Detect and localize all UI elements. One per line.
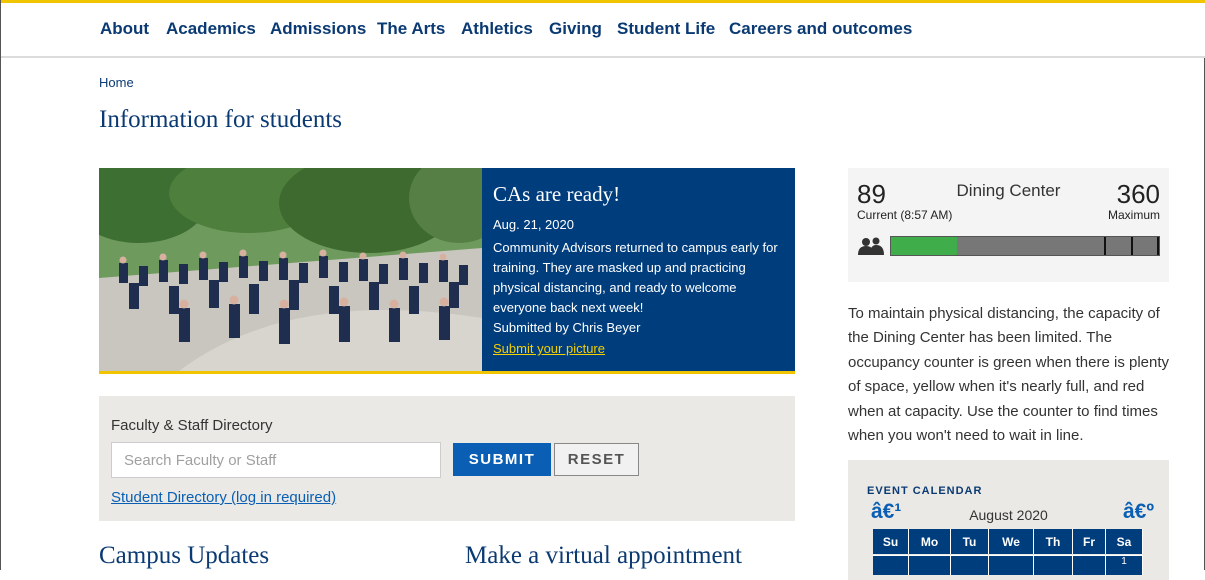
calendar-day-cell[interactable] — [1034, 555, 1073, 575]
directory-search-input[interactable] — [111, 442, 441, 478]
occupancy-fill — [891, 237, 958, 255]
capacity-info-text: To maintain physical distancing, the cap… — [848, 305, 1170, 445]
submit-picture-link[interactable]: Submit your picture — [493, 341, 605, 356]
nav-student-life[interactable]: Student Life — [617, 19, 715, 39]
maximum-count: 360 — [1116, 179, 1160, 209]
people-icon — [858, 237, 884, 255]
nav-about[interactable]: About — [100, 19, 149, 39]
weekday-fr: Fr — [1073, 529, 1106, 554]
faculty-staff-directory: Faculty & Staff Directory SUBMIT RESET S… — [99, 396, 795, 521]
current-count-label: Current (8:57 AM) — [857, 208, 953, 222]
featured-story: CAs are ready! Aug. 21, 2020 Community A… — [99, 168, 795, 374]
calendar-heading: EVENT CALENDAR — [867, 485, 983, 497]
threshold-marker — [1104, 237, 1106, 255]
weekday-th: Th — [1034, 529, 1073, 554]
event-calendar: EVENT CALENDAR â€¹ August 2020 â€º Su Mo… — [848, 460, 1169, 580]
next-month-icon[interactable]: â€º — [1123, 500, 1154, 524]
weekday-su: Su — [873, 529, 909, 554]
virtual-appointment-heading: Make a virtual appointment — [465, 542, 743, 569]
threshold-marker — [1131, 237, 1133, 255]
campus-updates-heading: Campus Updates — [99, 542, 270, 569]
calendar-day-cell[interactable] — [951, 555, 989, 575]
reset-button[interactable]: RESET — [554, 443, 639, 476]
calendar-day-cell[interactable] — [873, 555, 909, 575]
main-navigation: About Academics Admissions The Arts Athl… — [1, 3, 1205, 58]
nav-the-arts[interactable]: The Arts — [377, 19, 445, 39]
calendar-day-cell[interactable] — [909, 555, 951, 575]
story-date: Aug. 21, 2020 — [493, 217, 574, 232]
maximum-count-label: Maximum — [1107, 208, 1160, 222]
weekday-we: We — [989, 529, 1034, 554]
calendar-day-cell[interactable] — [1073, 555, 1106, 575]
page-title: Information for students — [99, 106, 343, 133]
students-group-photo — [99, 168, 482, 371]
breadcrumb-home[interactable]: Home — [99, 75, 134, 90]
occupancy-counter: 89 Current (8:57 AM) Dining Center 360 M… — [848, 168, 1169, 282]
directory-label: Faculty & Staff Directory — [111, 417, 273, 434]
story-panel: CAs are ready! Aug. 21, 2020 Community A… — [482, 168, 795, 371]
threshold-marker — [1157, 237, 1159, 255]
nav-athletics[interactable]: Athletics — [461, 19, 533, 39]
nav-giving[interactable]: Giving — [549, 19, 602, 39]
student-directory-link[interactable]: Student Directory (log in required) — [111, 489, 336, 506]
nav-careers-and-outcomes[interactable]: Careers and outcomes — [729, 19, 912, 39]
submit-button[interactable]: SUBMIT — [453, 443, 551, 476]
weekday-tu: Tu — [951, 529, 989, 554]
calendar-weekday-row: Su Mo Tu We Th Fr Sa — [873, 529, 1143, 554]
story-title: CAs are ready! — [493, 182, 621, 206]
calendar-month: August 2020 — [969, 507, 1048, 523]
story-submitted-by: Submitted by Chris Beyer — [493, 320, 641, 335]
nav-academics[interactable]: Academics — [166, 19, 256, 39]
weekday-mo: Mo — [909, 529, 951, 554]
weekday-sa: Sa — [1106, 529, 1143, 554]
calendar-day-cell[interactable] — [989, 555, 1034, 575]
calendar-week-row: 1 — [873, 555, 1143, 575]
nav-admissions[interactable]: Admissions — [270, 19, 366, 39]
calendar-day-cell[interactable]: 1 — [1106, 555, 1143, 575]
story-body: Community Advisors returned to campus ea… — [493, 240, 778, 315]
occupancy-bar — [890, 236, 1160, 256]
